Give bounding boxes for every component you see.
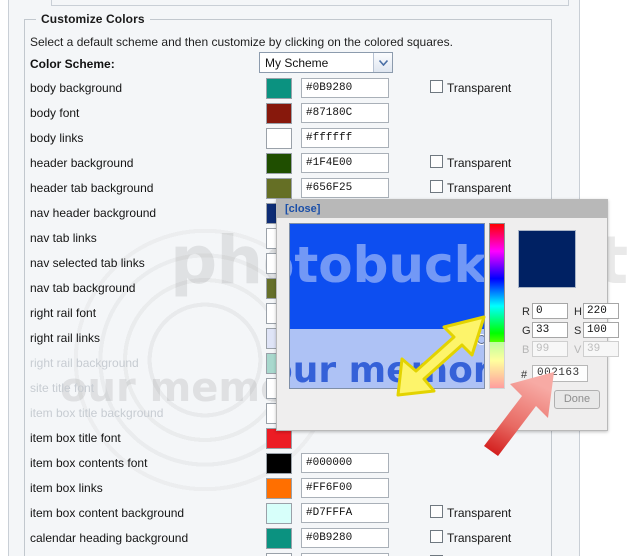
hex-value-input[interactable]: #ffffff <box>301 128 389 148</box>
color-row-label: site title font <box>30 381 95 395</box>
channel-label-r: R <box>522 306 530 318</box>
channel-input-v[interactable]: 39 <box>583 341 619 357</box>
color-row-label: nav tab background <box>30 281 136 295</box>
color-scheme-select[interactable]: My Scheme <box>259 52 393 73</box>
channel-input-g[interactable]: 33 <box>532 322 568 338</box>
color-row-label: item box content background <box>30 506 185 520</box>
channel-label-g: G <box>522 325 531 337</box>
color-swatch[interactable] <box>266 453 292 474</box>
color-picker-popup: [close] otobuck our memories R0G33B99 H22… <box>276 199 619 431</box>
channel-input-h[interactable]: 220 <box>583 303 619 319</box>
color-swatch[interactable] <box>266 428 292 449</box>
page-root: photobucket our memories Customize Color… <box>0 0 639 556</box>
color-row-label: item box contents font <box>30 456 148 470</box>
color-row: header tab background #656F25 Transparent <box>0 176 528 201</box>
color-row-label: item box title background <box>30 406 164 420</box>
color-row: body links #ffffff <box>0 126 528 151</box>
hex-input[interactable]: 002163 <box>532 365 588 382</box>
color-preview-swatch <box>518 230 576 288</box>
sv-gradient <box>290 224 484 388</box>
channel-input-r[interactable]: 0 <box>532 303 568 319</box>
color-swatch[interactable] <box>266 478 292 499</box>
transparent-checkbox[interactable] <box>430 530 443 543</box>
color-swatch[interactable] <box>266 78 292 99</box>
color-row-label: calendar heading background <box>30 531 189 545</box>
close-link[interactable]: [close] <box>285 203 320 215</box>
hex-value-input[interactable]: #D7FFFA <box>301 503 389 523</box>
hex-symbol-label: # <box>521 369 528 381</box>
channel-label-s: S <box>574 325 582 337</box>
color-scheme-label: Color Scheme: <box>30 57 115 71</box>
color-row-label: nav selected tab links <box>30 256 145 270</box>
color-row-label: right rail links <box>30 331 101 345</box>
color-row-label: right rail font <box>30 306 97 320</box>
transparent-checkbox-label[interactable]: Transparent <box>447 181 511 195</box>
color-row: item box contents font #000000 <box>0 451 528 476</box>
color-row-label: header background <box>30 156 134 170</box>
hex-value-input[interactable]: #0B9280 <box>301 78 389 98</box>
color-row: item box links #FF6F00 <box>0 476 528 501</box>
color-row-label: right rail background <box>30 356 139 370</box>
color-row: item box content background #D7FFFA Transp… <box>0 501 528 526</box>
upper-fieldset-remnant <box>51 0 569 6</box>
color-row: body background #0B9280 Transparent <box>0 76 528 101</box>
transparent-checkbox-label[interactable]: Transparent <box>447 506 511 520</box>
color-row: calendar day background#ffffffTransparen… <box>0 551 528 556</box>
color-row-label: item box links <box>30 481 103 495</box>
transparent-checkbox[interactable] <box>430 180 443 193</box>
color-swatch[interactable] <box>266 103 292 124</box>
channel-input-s[interactable]: 100 <box>583 322 619 338</box>
hex-value-input[interactable]: #0B9280 <box>301 528 389 548</box>
color-swatch[interactable] <box>266 128 292 149</box>
hex-value-input[interactable]: #656F25 <box>301 178 389 198</box>
channel-label-h: H <box>574 306 582 318</box>
saturation-value-area[interactable]: otobuck our memories <box>289 223 485 389</box>
transparent-checkbox-label[interactable]: Transparent <box>447 81 511 95</box>
color-row-label: nav tab links <box>30 231 97 245</box>
color-swatch[interactable] <box>266 528 292 549</box>
transparent-checkbox-label[interactable]: Transparent <box>447 156 511 170</box>
hex-value-input[interactable]: #FF6F00 <box>301 478 389 498</box>
hex-value-input[interactable]: #87180C <box>301 103 389 123</box>
color-row-label: nav header background <box>30 206 157 220</box>
transparent-checkbox-label[interactable]: Transparent <box>447 531 511 545</box>
channel-label-v: V <box>574 344 582 356</box>
hex-value-input[interactable]: #1F4E00 <box>301 153 389 173</box>
color-row-label: body links <box>30 131 84 145</box>
form-instructions: Select a default scheme and then customi… <box>30 35 453 49</box>
channel-input-b[interactable]: 99 <box>532 341 568 357</box>
done-button[interactable]: Done <box>554 390 600 409</box>
channel-label-b: B <box>522 344 530 356</box>
color-row-label: header tab background <box>30 181 154 195</box>
transparent-checkbox[interactable] <box>430 155 443 168</box>
color-row-label: body background <box>30 81 123 95</box>
color-picker-titlebar <box>277 200 607 218</box>
hex-value-input[interactable]: #000000 <box>301 453 389 473</box>
page-title: Customize Colors <box>36 12 150 26</box>
transparent-checkbox[interactable] <box>430 505 443 518</box>
color-row: body font #87180C <box>0 101 528 126</box>
color-row-label: item box title font <box>30 431 121 445</box>
color-swatch[interactable] <box>266 503 292 524</box>
transparent-checkbox[interactable] <box>430 80 443 93</box>
color-swatch[interactable] <box>266 178 292 199</box>
color-row: header background #1F4E00 Transparent <box>0 151 528 176</box>
color-row-label: body font <box>30 106 80 120</box>
hue-slider[interactable] <box>489 223 505 389</box>
color-swatch[interactable] <box>266 153 292 174</box>
color-row: calendar heading background #0B9280 Transp… <box>0 526 528 551</box>
